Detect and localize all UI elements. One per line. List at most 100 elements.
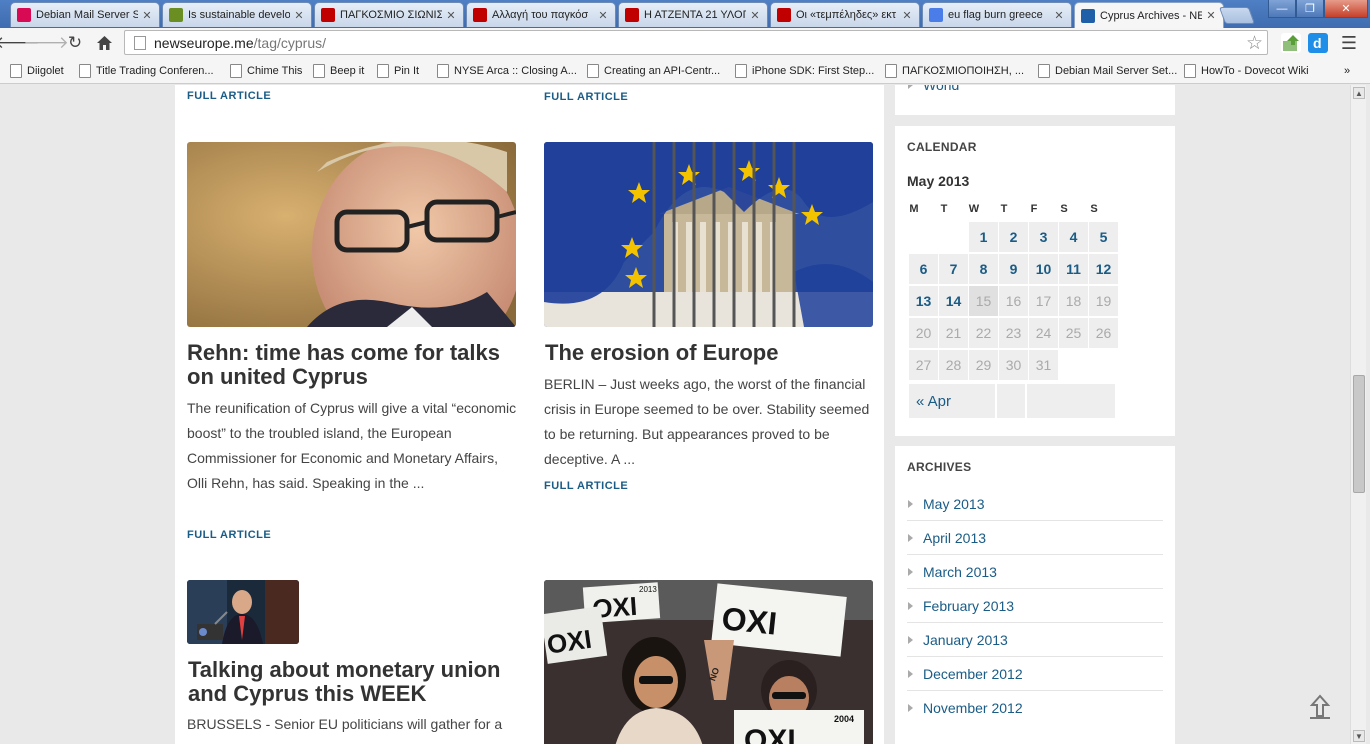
scrollbar-thumb[interactable]	[1353, 375, 1365, 493]
tab-title: Αλλαγή του παγκόσ	[492, 9, 589, 21]
calendar-day[interactable]: 9	[999, 254, 1028, 284]
calendar-day[interactable]: 8	[969, 254, 998, 284]
calendar-day: 19	[1089, 286, 1118, 316]
article-image-monetary[interactable]	[187, 580, 299, 644]
browser-tab[interactable]: eu flag burn greece ✕	[922, 2, 1072, 27]
browser-tab[interactable]: Cyprus Archives - NE ✕	[1074, 2, 1224, 28]
calendar-day: 28	[939, 350, 968, 380]
tab-close-icon[interactable]: ✕	[1205, 9, 1217, 22]
calendar-day[interactable]: 3	[1029, 222, 1058, 252]
tab-close-icon[interactable]: ✕	[901, 9, 913, 22]
tab-close-icon[interactable]: ✕	[1053, 9, 1065, 22]
article-excerpt-monetary: BRUSSELS - Senior EU politicians will ga…	[187, 716, 503, 732]
article-image-eu-flag[interactable]	[544, 142, 873, 327]
minimize-button[interactable]: —	[1268, 0, 1296, 18]
window-close-button[interactable]: ✕	[1324, 0, 1368, 18]
archive-item[interactable]: January 2013	[907, 623, 1163, 657]
calendar-weekday: M	[909, 203, 919, 215]
bookmark-star-icon[interactable]: ☆	[1246, 32, 1263, 55]
bookmark-icon	[10, 64, 22, 78]
browser-tab[interactable]: Αλλαγή του παγκόσ ✕	[466, 2, 616, 27]
article-image-rehn[interactable]	[187, 142, 516, 327]
browser-tab[interactable]: Is sustainable develo ✕	[162, 2, 312, 27]
full-article-link[interactable]: FULL ARTICLE	[187, 90, 271, 102]
browser-tab[interactable]: ΠΑΓΚΟΣΜΙΟ ΣΙΩΝΙΣ ✕	[314, 2, 464, 27]
bullet-arrow-icon	[908, 567, 913, 576]
bookmark-item[interactable]: NYSE Arca :: Closing A...	[437, 63, 577, 79]
calendar-day[interactable]: 12	[1089, 254, 1118, 284]
article-title-monetary[interactable]: Talking about monetary union and Cyprus …	[188, 658, 518, 706]
full-article-link[interactable]: FULL ARTICLE	[187, 529, 271, 541]
scroll-down-icon[interactable]: ▼	[1353, 730, 1365, 742]
menu-icon[interactable]: ☰	[1338, 32, 1360, 54]
calendar-day[interactable]: 7	[939, 254, 968, 284]
maximize-button[interactable]: ❐	[1296, 0, 1324, 18]
new-tab-button[interactable]	[1218, 7, 1256, 24]
bookmark-item[interactable]: ΠΑΓΚΟΣΜΙΟΠΟΙΗΣΗ, ...	[885, 63, 1024, 79]
archive-label: February 2013	[923, 597, 1015, 614]
calendar-day[interactable]: 6	[909, 254, 938, 284]
archive-item[interactable]: February 2013	[907, 589, 1163, 623]
red-site-icon	[473, 8, 487, 22]
archive-item[interactable]: April 2013	[907, 521, 1163, 555]
bookmarks-overflow-button[interactable]: »	[1344, 63, 1350, 79]
bookmark-item[interactable]: Creating an API-Centr...	[587, 63, 720, 79]
bookmark-icon	[437, 64, 449, 78]
bullet-arrow-icon	[908, 704, 913, 712]
tab-close-icon[interactable]: ✕	[597, 9, 609, 22]
browser-tab[interactable]: Οι «τεμπέληδες» εκτ ✕	[770, 2, 920, 27]
calendar-day[interactable]: 5	[1089, 222, 1118, 252]
tab-close-icon[interactable]: ✕	[749, 9, 761, 22]
browser-tab[interactable]: Η ΑΤΖΕΝΤΑ 21 ΥΛΟΠ ✕	[618, 2, 768, 27]
archive-label: November 2012	[923, 700, 1023, 716]
protest-sign-text: 2013	[639, 585, 657, 594]
calendar-day[interactable]: 14	[939, 286, 968, 316]
article-title-rehn[interactable]: Rehn: time has come for talks on united …	[187, 341, 517, 389]
calendar-day[interactable]: 13	[909, 286, 938, 316]
protest-sign-text: OXI	[744, 724, 796, 744]
bookmark-item[interactable]: HowTo - Dovecot Wiki	[1184, 63, 1309, 79]
calendar-day[interactable]: 1	[969, 222, 998, 252]
calendar-weekday: T	[940, 203, 948, 215]
archive-label: May 2013	[923, 495, 985, 512]
tab-close-icon[interactable]: ✕	[141, 9, 153, 22]
bookmark-item[interactable]: Title Trading Conferen...	[79, 63, 214, 79]
bookmark-item[interactable]: Beep it	[313, 63, 364, 79]
bookmark-item[interactable]: iPhone SDK: First Step...	[735, 63, 874, 79]
tree-icon	[169, 8, 183, 22]
vertical-scrollbar[interactable]: ▲ ▼	[1350, 85, 1366, 744]
archive-item[interactable]: May 2013	[907, 487, 1163, 521]
debian-icon	[17, 8, 31, 22]
archives-widget: ARCHIVES May 2013 April 2013 March 2013 Feb…	[895, 446, 1175, 744]
calendar-day[interactable]: 2	[999, 222, 1028, 252]
calendar-day[interactable]: 11	[1059, 254, 1088, 284]
forward-icon[interactable]: 🡒	[23, 32, 69, 54]
back-to-top-icon[interactable]	[1308, 694, 1332, 720]
category-item-world[interactable]: World	[907, 85, 1163, 102]
feed-extension-icon[interactable]	[1281, 33, 1301, 53]
full-article-link[interactable]: FULL ARTICLE	[544, 480, 628, 492]
diigo-extension-icon[interactable]: d	[1308, 33, 1328, 53]
reload-icon[interactable]: ↻	[64, 32, 86, 54]
archive-item[interactable]: November 2012	[907, 691, 1163, 725]
full-article-link[interactable]: FULL ARTICLE	[544, 91, 628, 103]
bookmark-item[interactable]: Debian Mail Server Set...	[1038, 63, 1177, 79]
article-image-protest[interactable]: OXI 2013 OXI OXI NO OXI 2004	[544, 580, 873, 744]
tab-close-icon[interactable]: ✕	[445, 9, 457, 22]
archive-item[interactable]: December 2012	[907, 657, 1163, 691]
archive-item[interactable]: March 2013	[907, 555, 1163, 589]
calendar-prev-month-link[interactable]: « Apr	[909, 384, 995, 418]
bookmark-item[interactable]: Pin It	[377, 63, 419, 79]
home-icon[interactable]	[93, 32, 115, 54]
bookmark-item[interactable]: Chime This	[230, 63, 302, 79]
calendar-day[interactable]: 10	[1029, 254, 1058, 284]
browser-tab[interactable]: Debian Mail Server S ✕	[10, 2, 160, 27]
bookmark-item[interactable]: Diigolet	[10, 63, 64, 79]
tab-title: Οι «τεμπέληδες» εκτ	[796, 9, 897, 21]
address-bar[interactable]: newseurope.me/tag/cyprus/ ☆	[124, 30, 1268, 55]
calendar-month: May 2013	[907, 173, 970, 189]
article-title-erosion[interactable]: The erosion of Europe	[545, 341, 875, 365]
tab-close-icon[interactable]: ✕	[293, 9, 305, 22]
scroll-up-icon[interactable]: ▲	[1353, 87, 1365, 99]
calendar-day[interactable]: 4	[1059, 222, 1088, 252]
